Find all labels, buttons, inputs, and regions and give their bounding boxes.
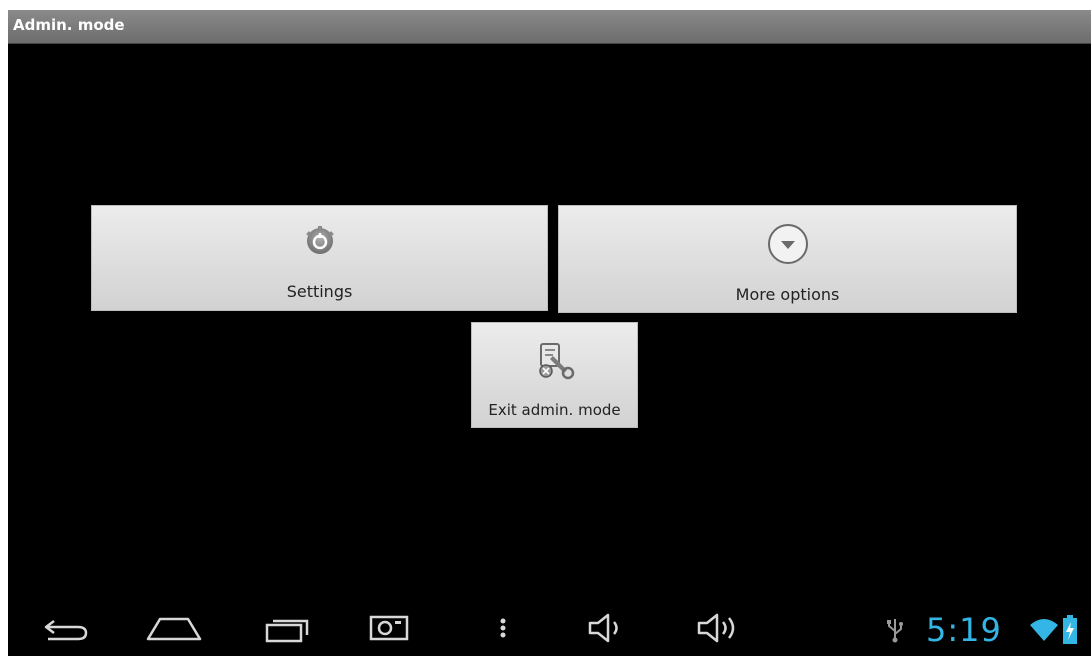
home-icon [144, 613, 204, 647]
screenshot-button[interactable] [359, 612, 419, 648]
menu-icon [493, 613, 513, 647]
menu-button[interactable] [473, 612, 533, 648]
wifi-icon [1029, 617, 1059, 647]
battery-charging-icon [1062, 614, 1078, 650]
back-icon [40, 613, 92, 647]
volume-down-icon [584, 612, 628, 648]
system-nav-bar: 5:19 [8, 604, 1091, 656]
more-options-button[interactable]: More options [558, 205, 1017, 313]
recent-apps-button[interactable] [256, 612, 316, 648]
gear-icon [305, 226, 335, 260]
back-button[interactable] [36, 612, 96, 648]
usb-icon [885, 617, 905, 647]
volume-down-button[interactable] [576, 612, 636, 648]
status-area: 5:19 [861, 604, 1091, 656]
exit-admin-mode-label: Exit admin. mode [488, 401, 621, 419]
tablet-screen: Admin. mode Settings More options Exit a… [8, 10, 1091, 656]
more-options-label: More options [735, 285, 840, 304]
wrench-icon [535, 340, 575, 386]
exit-admin-mode-button[interactable]: Exit admin. mode [471, 322, 638, 428]
camera-icon [365, 613, 413, 647]
settings-button[interactable]: Settings [91, 205, 548, 311]
clock: 5:19 [926, 611, 1002, 649]
home-button[interactable] [144, 612, 204, 648]
recent-apps-icon [261, 613, 311, 647]
window-title: Admin. mode [13, 16, 125, 34]
chevron-down-circle-icon [766, 222, 810, 270]
volume-up-icon [693, 612, 743, 648]
title-bar: Admin. mode [8, 10, 1091, 44]
volume-up-button[interactable] [688, 612, 748, 648]
settings-label: Settings [286, 282, 353, 301]
